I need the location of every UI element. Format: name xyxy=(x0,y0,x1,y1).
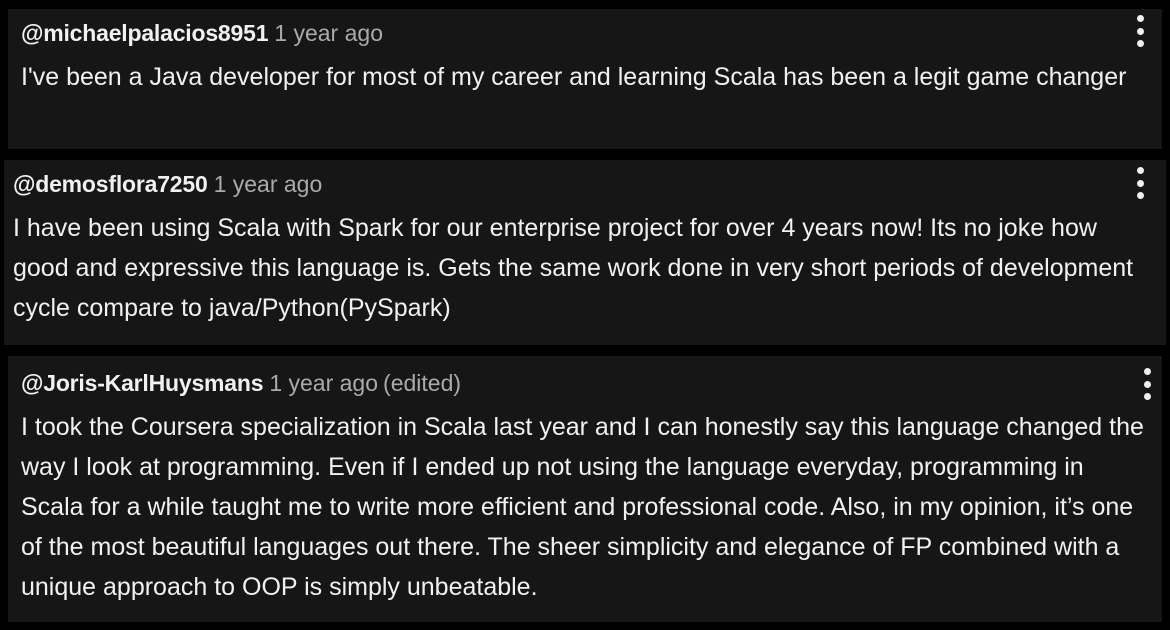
comment-text: I have been using Scala with Spark for o… xyxy=(13,214,1134,322)
author-handle[interactable]: @demosflora7250 xyxy=(13,171,208,197)
comment-timestamp[interactable]: 1 year ago xyxy=(274,20,383,46)
comment-header: @demosflora7250 1 year ago xyxy=(13,171,322,197)
author-handle[interactable]: @michaelpalacios8951 xyxy=(21,20,268,46)
author-handle[interactable]: @Joris-KarlHuysmans xyxy=(21,370,264,396)
comment-text: I took the Coursera specialization in Sc… xyxy=(21,413,1144,601)
comment-card: @demosflora7250 1 year ago I have been us… xyxy=(4,160,1166,345)
comment-header: @michaelpalacios8951 1 year ago xyxy=(21,20,383,46)
more-vertical-icon[interactable] xyxy=(1128,11,1152,51)
comment-header: @Joris-KarlHuysmans 1 year ago (edited) xyxy=(21,370,461,396)
comment-card: @michaelpalacios8951 1 year ago I've been… xyxy=(8,9,1162,149)
comment-card: @Joris-KarlHuysmans 1 year ago (edited) I … xyxy=(8,356,1162,622)
edited-label: (edited) xyxy=(383,370,462,396)
comment-text: I've been a Java developer for most of m… xyxy=(21,63,1127,91)
comment-timestamp[interactable]: 1 year ago xyxy=(214,171,323,197)
more-vertical-icon[interactable] xyxy=(1135,364,1159,404)
comment-timestamp[interactable]: 1 year ago xyxy=(269,370,378,396)
more-vertical-icon[interactable] xyxy=(1128,163,1152,203)
